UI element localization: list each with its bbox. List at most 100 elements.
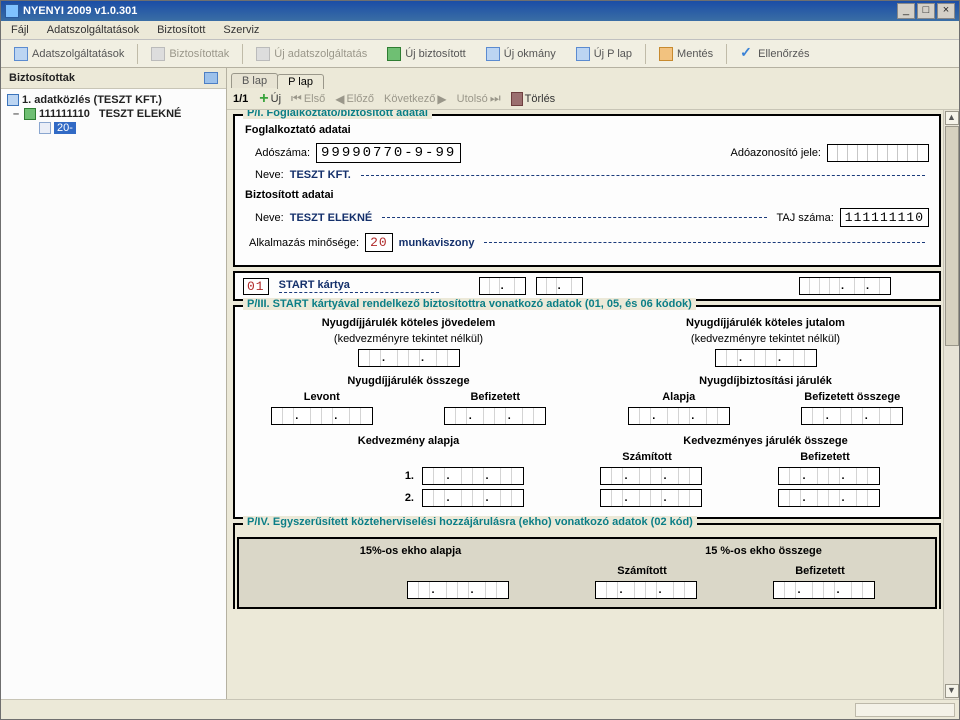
tb-mentes[interactable]: Mentés xyxy=(652,44,720,64)
tb-biztositottak[interactable]: Biztosítottak xyxy=(144,44,236,64)
legend-p4: P/IV. Egyszerűsített közteherviselési ho… xyxy=(243,516,697,528)
menu-szerviz[interactable]: Szerviz xyxy=(219,23,263,37)
hdr-befossz: Befizetett összege xyxy=(804,391,900,403)
doc-icon xyxy=(7,94,19,106)
hdr-kedvjar: Kedvezményes járulék összege xyxy=(683,435,847,447)
tree-collapse-icon[interactable]: – xyxy=(11,108,21,120)
val-fog-neve: TESZT KFT. xyxy=(290,169,351,181)
field-kedvalap-1[interactable]: .. xyxy=(422,467,524,485)
hdr-nyjkj: Nyugdíjjárulék köteles jövedelem xyxy=(322,317,496,329)
field-kedvalap-2[interactable]: .. xyxy=(422,489,524,507)
field-befiz1[interactable]: .. xyxy=(444,407,546,425)
maximize-button[interactable]: □ xyxy=(917,3,935,19)
tb-uj-okmany-label: Új okmány xyxy=(504,48,556,60)
menu-adatszolg[interactable]: Adatszolgáltatások xyxy=(43,23,143,37)
tb-uj-plap[interactable]: Új P lap xyxy=(569,44,639,64)
tabrow: B lap P lap xyxy=(227,68,959,88)
scroll-down-button[interactable]: ▼ xyxy=(945,684,959,698)
first-icon: ⏮ xyxy=(291,91,302,106)
field-p2-date2[interactable]: . xyxy=(536,277,583,295)
field-alapja[interactable]: .. xyxy=(628,407,730,425)
tb-uj-biztositott-label: Új biztosított xyxy=(405,48,466,60)
tb-mentes-label: Mentés xyxy=(677,48,713,60)
tree-node-adatkozles[interactable]: 1. adatközlés (TESZT KFT.) xyxy=(5,93,222,107)
tb-ellenorzes[interactable]: Ellenőrzés xyxy=(733,44,816,64)
person-icon xyxy=(24,108,36,120)
field-szam-1[interactable]: .. xyxy=(600,467,702,485)
sub-kedv2: (kedvezményre tekintet nélkül) xyxy=(691,333,840,345)
field-adoazonosito[interactable] xyxy=(827,144,929,162)
field-taj[interactable]: 111111110 xyxy=(840,208,929,227)
field-befiz-2[interactable]: .. xyxy=(778,489,880,507)
scroll-up-button[interactable]: ▲ xyxy=(945,111,959,125)
field-ekho-alap[interactable]: .. xyxy=(407,581,509,599)
subhdr-foglalkoztato: Foglalkoztató adatai xyxy=(245,124,929,136)
field-szam-2[interactable]: .. xyxy=(600,489,702,507)
lbl-row1: 1. xyxy=(294,470,414,482)
btn-elso[interactable]: ⏮Első xyxy=(288,90,328,107)
btn-utolso[interactable]: Utolsó⏭ xyxy=(454,90,504,107)
tree-node-biztositott[interactable]: – 111111110 TESZT ELEKNÉ xyxy=(5,107,222,121)
new-doc-icon xyxy=(256,47,270,61)
subhdr-biztositott: Biztosított adatai xyxy=(245,189,929,201)
tab-blap[interactable]: B lap xyxy=(231,73,278,88)
minimize-button[interactable]: _ xyxy=(897,3,915,19)
tb-biztositottak-label: Biztosítottak xyxy=(169,48,229,60)
tree-node-page[interactable]: 20- xyxy=(5,121,222,135)
separator xyxy=(137,44,138,64)
tb-uj-adatszolg-label: Új adatszolgáltatás xyxy=(274,48,367,60)
tb-uj-adatszolg[interactable]: Új adatszolgáltatás xyxy=(249,44,374,64)
last-icon: ⏭ xyxy=(490,91,501,106)
hdr-ekho-alap: 15%-os ekho alapja xyxy=(360,545,462,557)
field-nyjkjut[interactable]: .. xyxy=(715,349,817,367)
field-ekho-befiz[interactable]: .. xyxy=(773,581,875,599)
field-p2-code[interactable]: 01 xyxy=(243,278,269,295)
tb-uj-plap-label: Új P lap xyxy=(594,48,632,60)
tb-uj-okmany[interactable]: Új okmány xyxy=(479,44,563,64)
field-nyjkj[interactable]: .. xyxy=(358,349,460,367)
btn-torles[interactable]: Törlés xyxy=(508,91,559,107)
field-levont[interactable]: .. xyxy=(271,407,373,425)
status-cell xyxy=(855,703,955,717)
field-alkmin-kod[interactable]: 20 xyxy=(365,233,393,252)
statusbar xyxy=(1,699,959,719)
btn-uj[interactable]: +Új xyxy=(256,92,284,106)
hdr-ekho-ossz: 15 %-os ekho összege xyxy=(705,545,822,557)
tab-plap[interactable]: P lap xyxy=(277,74,324,89)
tb-uj-biztositott[interactable]: Új biztosított xyxy=(380,44,473,64)
menu-file[interactable]: Fájl xyxy=(7,23,33,37)
lbl-adoazonosito: Adóazonosító jele: xyxy=(730,147,821,159)
next-icon: ▶ xyxy=(437,92,446,106)
hdr-levont: Levont xyxy=(304,391,340,403)
hdr-kedvalap: Kedvezmény alapja xyxy=(358,435,460,447)
scroll-thumb[interactable] xyxy=(945,126,959,346)
tb-adatszolg[interactable]: Adatszolgáltatások xyxy=(7,44,131,64)
group-p2: 01 START kártya . . .. xyxy=(233,271,941,301)
menu-biztositott[interactable]: Biztosított xyxy=(153,23,209,37)
check-icon xyxy=(740,47,754,61)
field-ekho-szam[interactable]: .. xyxy=(595,581,697,599)
people-icon xyxy=(204,72,218,84)
field-adoszam[interactable]: 99990770-9-99 xyxy=(316,143,461,163)
btn-kovetkezo[interactable]: Következő▶ xyxy=(381,91,450,107)
scrollbar[interactable]: ▲ ▼ xyxy=(943,110,959,699)
hdr-befiz1: Befizetett xyxy=(470,391,520,403)
field-p2-date3[interactable]: .. xyxy=(799,277,891,295)
app-icon xyxy=(5,4,19,18)
lbl-adoszam: Adószáma: xyxy=(255,147,310,159)
lbl-neve: Neve: xyxy=(255,169,284,181)
field-befiz-1[interactable]: .. xyxy=(778,467,880,485)
save-icon xyxy=(659,47,673,61)
trash-icon xyxy=(511,92,523,106)
doc-icon xyxy=(486,47,500,61)
hdr-nyjkjut: Nyugdíjjárulék köteles jutalom xyxy=(686,317,845,329)
underline xyxy=(484,242,925,243)
separator xyxy=(726,44,727,64)
field-p2-date1[interactable]: . xyxy=(479,277,526,295)
close-button[interactable]: × xyxy=(937,3,955,19)
hdr-szamitott: Számított xyxy=(562,451,732,463)
btn-kov-label: Következő xyxy=(384,93,435,105)
field-befossz[interactable]: .. xyxy=(801,407,903,425)
btn-elozo[interactable]: ◀Előző xyxy=(332,91,377,107)
people-icon xyxy=(14,47,28,61)
